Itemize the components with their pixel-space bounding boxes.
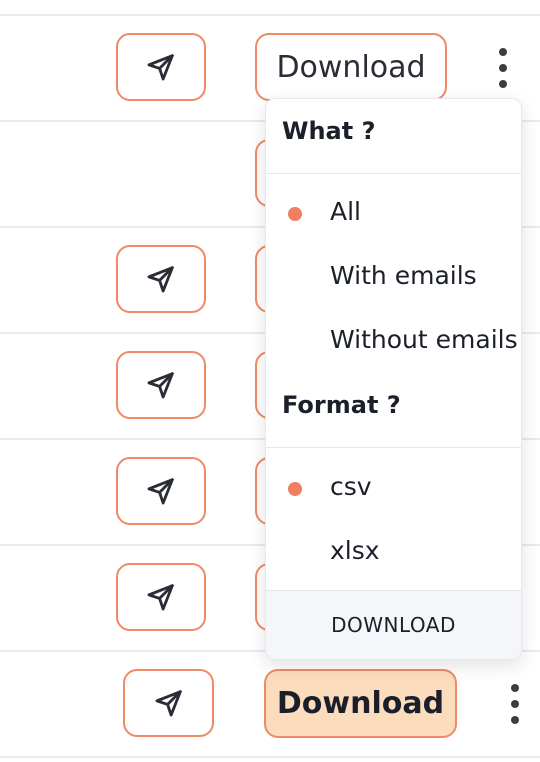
option-label: With emails [330,261,477,290]
row-divider [0,756,540,758]
send-button[interactable] [123,669,214,737]
send-icon [152,686,186,720]
send-icon [144,262,178,296]
download-options-menu: What ? All With emails Without emails Fo… [265,98,522,660]
menu-divider [266,173,521,174]
selected-dot-icon [288,482,302,496]
send-button[interactable] [116,457,206,525]
send-icon [144,474,178,508]
download-button-active[interactable]: Download [264,669,457,738]
what-option-with-emails[interactable]: With emails [266,247,521,307]
send-button[interactable] [116,351,206,419]
selected-dot-icon [288,207,302,221]
format-option-xlsx[interactable]: xlsx [266,522,521,582]
option-label: Without emails [330,325,518,354]
more-vertical-icon[interactable] [505,684,525,724]
format-heading: Format ? [282,391,401,419]
row-divider [0,14,540,16]
send-button[interactable] [116,245,206,313]
menu-divider [266,447,521,448]
send-icon [144,580,178,614]
send-button[interactable] [116,33,206,101]
send-icon [144,368,178,402]
what-option-without-emails[interactable]: Without emails [266,311,521,371]
what-heading: What ? [282,117,376,145]
download-button[interactable]: Download [255,33,447,101]
menu-download-button[interactable]: DOWNLOAD [266,590,521,659]
option-label: All [330,197,361,226]
send-icon [144,50,178,84]
option-label: xlsx [330,536,380,565]
option-label: csv [330,472,372,501]
format-option-csv[interactable]: csv [266,458,521,518]
send-button[interactable] [116,563,206,631]
more-vertical-icon[interactable] [493,48,513,88]
what-option-all[interactable]: All [266,183,521,243]
